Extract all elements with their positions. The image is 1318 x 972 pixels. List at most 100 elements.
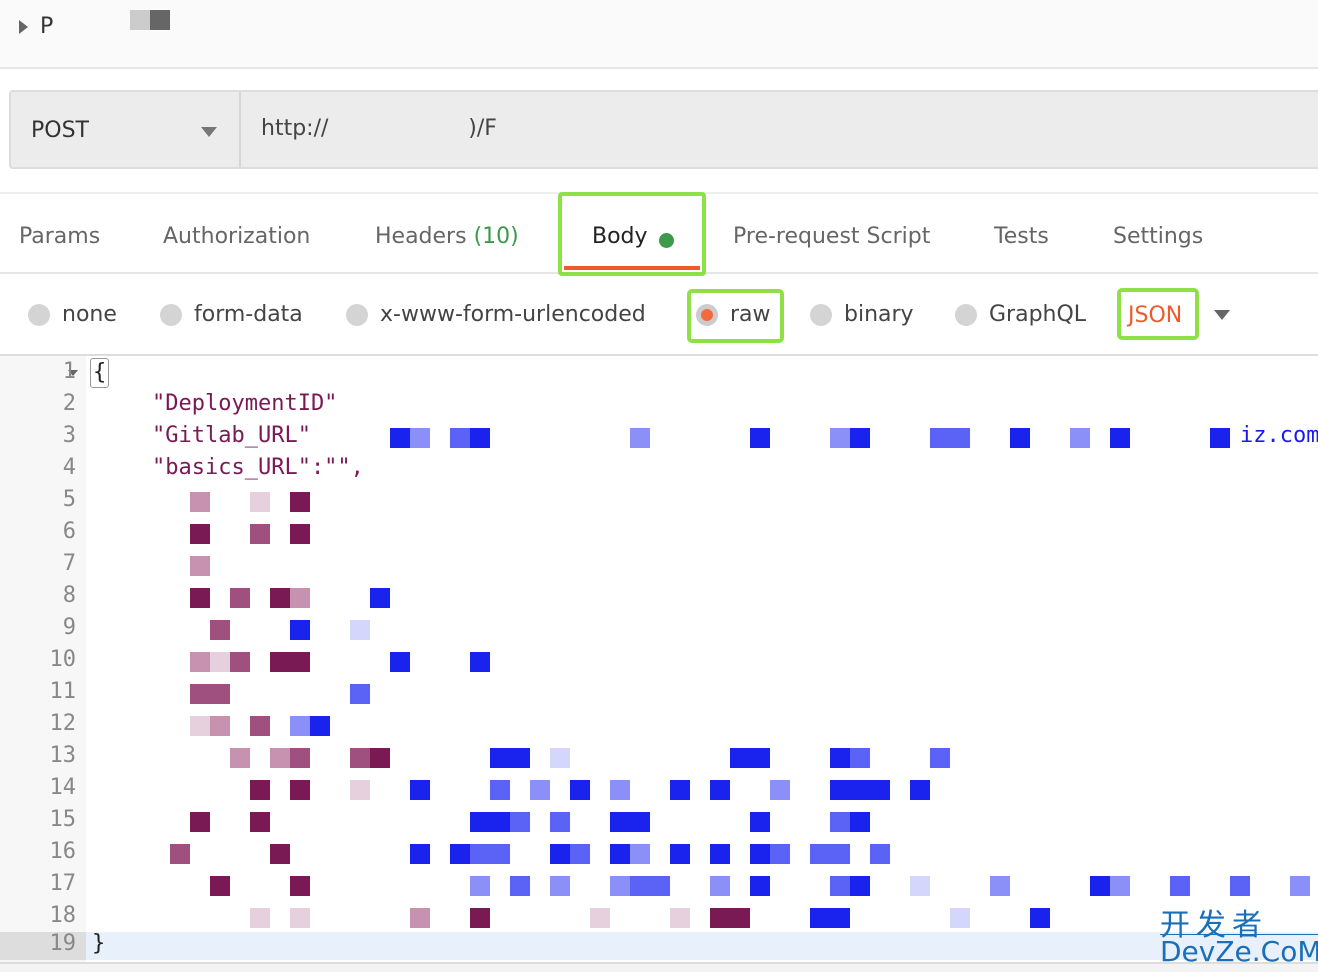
- redacted-block: [930, 428, 950, 448]
- radio-form-data[interactable]: form-data: [160, 302, 303, 327]
- tab-headers[interactable]: Headers (10): [375, 224, 519, 249]
- chevron-down-icon[interactable]: [1214, 310, 1230, 320]
- redacted-block: [290, 620, 310, 640]
- redacted-block: [990, 876, 1010, 896]
- line-number: 14: [49, 775, 77, 800]
- tab-body[interactable]: Body: [558, 192, 706, 276]
- tab-pre-request-script[interactable]: Pre-request Script: [733, 224, 930, 249]
- redacted-block: [490, 844, 510, 864]
- line-number: 3: [62, 423, 76, 448]
- redacted-block: [290, 876, 310, 896]
- radio-binary[interactable]: binary: [810, 302, 914, 327]
- url-input[interactable]: http:// )/F: [261, 116, 497, 141]
- redacted-block: [450, 428, 470, 448]
- redacted-block: [190, 588, 210, 608]
- radio-none[interactable]: none: [28, 302, 117, 327]
- redacted-block: [630, 876, 650, 896]
- watermark-logo-text: DevZe.CoM: [1160, 934, 1318, 968]
- redacted-block: [830, 428, 850, 448]
- redacted-block: [270, 844, 290, 864]
- redacted-block: [770, 780, 790, 800]
- tab-authorization[interactable]: Authorization: [163, 224, 310, 249]
- status-dot-icon: [659, 233, 674, 248]
- redacted-block: [830, 876, 850, 896]
- redacted-block: [670, 844, 690, 864]
- redacted-block: [910, 780, 930, 800]
- line-number: 10: [49, 647, 77, 672]
- radio-icon: [346, 303, 368, 326]
- line-number: 7: [62, 551, 76, 576]
- redacted-block: [210, 652, 230, 672]
- code-line-2: "DeploymentID": [152, 391, 338, 416]
- radio-selected-icon: [696, 303, 718, 326]
- radio-label: form-data: [194, 302, 303, 327]
- redacted-block: [250, 716, 270, 736]
- redacted-block: [750, 876, 770, 896]
- redacted-block: [290, 716, 310, 736]
- redacted-block: [710, 844, 730, 864]
- line-number: 4: [62, 455, 76, 480]
- redacted-block: [490, 748, 510, 768]
- tab-settings[interactable]: Settings: [1113, 224, 1203, 249]
- redacted-block: [390, 652, 410, 672]
- redacted-block: [270, 748, 290, 768]
- redacted-block: [830, 844, 850, 864]
- radio-label: none: [62, 302, 117, 327]
- redacted-block: [1170, 876, 1190, 896]
- redacted-block: [750, 748, 770, 768]
- redacted-block: [610, 812, 630, 832]
- radio-label: x-www-form-urlencoded: [380, 302, 646, 327]
- redacted-block: [650, 876, 670, 896]
- redacted-block: [250, 780, 270, 800]
- redacted-block: [290, 588, 310, 608]
- redacted-block: [630, 844, 650, 864]
- redacted-block: [870, 844, 890, 864]
- chevron-down-icon: [201, 127, 217, 137]
- redacted-block: [950, 908, 970, 928]
- method-select[interactable]: POST: [11, 92, 241, 167]
- redacted-block: [810, 908, 830, 928]
- radio-graphql[interactable]: GraphQL: [955, 302, 1086, 327]
- redacted-block: [190, 492, 210, 512]
- redacted-block: [350, 780, 370, 800]
- request-name[interactable]: P: [40, 14, 53, 39]
- redacted-block: [730, 908, 750, 928]
- line-number: 2: [62, 391, 76, 416]
- line-number: 6: [62, 519, 76, 544]
- redacted-block: [410, 908, 430, 928]
- tab-tests[interactable]: Tests: [994, 224, 1049, 249]
- radio-x-www-form-urlencoded[interactable]: x-www-form-urlencoded: [346, 302, 646, 327]
- redacted-block: [210, 684, 230, 704]
- expand-caret-icon[interactable]: [19, 20, 28, 34]
- redacted-block: [550, 844, 570, 864]
- redacted-block: [1110, 428, 1130, 448]
- redacted-block: [710, 908, 730, 928]
- redacted-block: [850, 812, 870, 832]
- redacted-block: [750, 812, 770, 832]
- tab-params[interactable]: Params: [19, 224, 100, 249]
- radio-raw[interactable]: raw: [696, 302, 771, 327]
- redacted-block: [470, 652, 490, 672]
- format-select[interactable]: JSON: [1128, 303, 1182, 328]
- redacted-block: [250, 812, 270, 832]
- redacted-block: [410, 780, 430, 800]
- redacted-block: [270, 652, 290, 672]
- close-brace: }: [92, 931, 106, 956]
- redacted-block: [830, 812, 850, 832]
- line-number: 8: [62, 583, 76, 608]
- radio-icon: [28, 303, 50, 326]
- line-number: 17: [49, 871, 77, 896]
- redacted-block: [1070, 428, 1090, 448]
- redacted-block: [390, 428, 410, 448]
- redacted-block: [290, 908, 310, 928]
- redacted-block: [510, 748, 530, 768]
- redacted-block: [750, 428, 770, 448]
- redacted-block: [290, 492, 310, 512]
- code-editor[interactable]: { "DeploymentID" "Gitlab_URL" iz.com "ba…: [0, 356, 1318, 962]
- redacted-block: [190, 652, 210, 672]
- redacted-block: [590, 908, 610, 928]
- code-line-3-tail: iz.com: [1240, 423, 1318, 448]
- redacted-block: [710, 780, 730, 800]
- redacted-block: [250, 524, 270, 544]
- redacted-block: [450, 844, 470, 864]
